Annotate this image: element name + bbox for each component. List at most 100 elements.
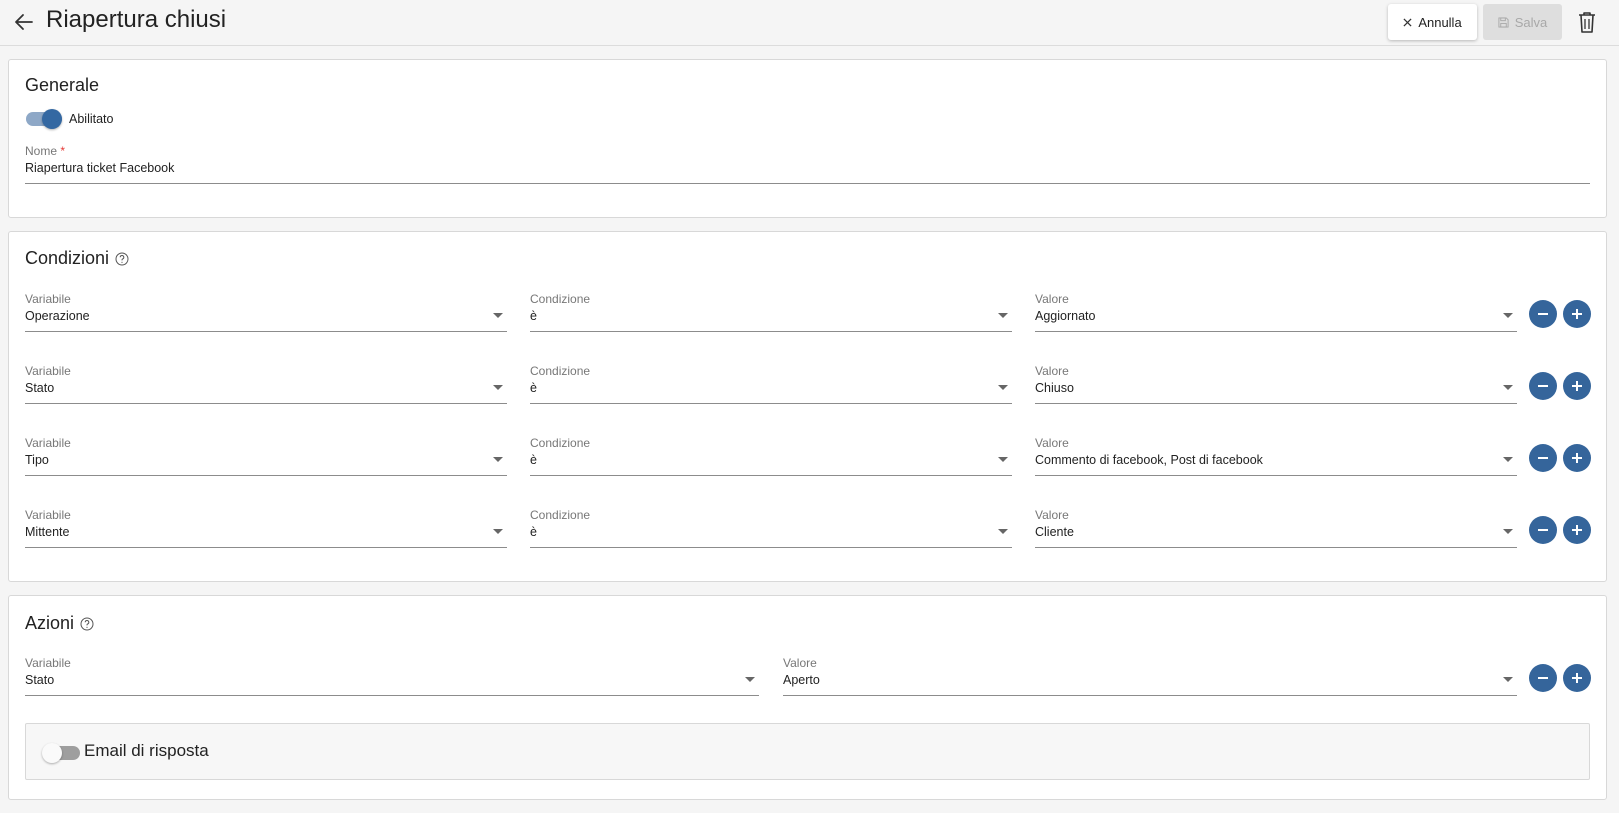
condition-variable-select[interactable]: Variabile Operazione: [25, 292, 507, 332]
add-condition-button[interactable]: [1563, 300, 1591, 328]
help-icon[interactable]: [80, 617, 94, 631]
back-arrow-icon[interactable]: [10, 8, 38, 36]
value-label: Valore: [1035, 292, 1069, 306]
dropdown-arrow-icon: [1503, 529, 1513, 534]
save-button[interactable]: Salva: [1483, 4, 1562, 40]
minus-icon: [1538, 529, 1548, 531]
dropdown-arrow-icon: [998, 529, 1008, 534]
trash-icon[interactable]: [1572, 7, 1602, 37]
dropdown-arrow-icon: [998, 313, 1008, 318]
value-label: Valore: [1035, 364, 1069, 378]
condition-value-select[interactable]: Valore Chiuso: [1035, 364, 1517, 404]
name-label-text: Nome: [25, 144, 58, 158]
dropdown-arrow-icon: [493, 457, 503, 462]
value-label: Valore: [1035, 436, 1069, 450]
condition-label: Condizione: [530, 292, 591, 306]
dropdown-arrow-icon: [998, 385, 1008, 390]
condition-value: è: [530, 309, 537, 323]
variable-value: Operazione: [25, 309, 90, 323]
dropdown-arrow-icon: [493, 529, 503, 534]
add-condition-button[interactable]: [1563, 444, 1591, 472]
remove-condition-button[interactable]: [1529, 444, 1557, 472]
condition-value: è: [530, 525, 537, 539]
condition-label: Condizione: [530, 436, 591, 450]
variable-value: Stato: [25, 381, 55, 395]
page-title: Riapertura chiusi: [46, 6, 227, 33]
minus-icon: [1538, 677, 1548, 679]
plus-icon: [1572, 381, 1582, 391]
variable-value: Stato: [25, 673, 55, 687]
value-label: Valore: [783, 656, 817, 670]
condition-label: Condizione: [530, 364, 591, 378]
required-mark: *: [60, 144, 66, 158]
plus-icon: [1572, 673, 1582, 683]
condition-variable-select[interactable]: Variabile Tipo: [25, 436, 507, 476]
condition-variable-select[interactable]: Variabile Mittente: [25, 508, 507, 548]
condition-operator-select[interactable]: Condizione è: [530, 292, 1012, 332]
variable-label: Variabile: [25, 292, 71, 306]
plus-icon: [1572, 453, 1582, 463]
variable-value: Mittente: [25, 525, 70, 539]
conditions-card: Condizioni Variabile Operazione Condizio…: [8, 231, 1607, 582]
email-reply-label: Email di risposta: [84, 741, 209, 760]
add-condition-button[interactable]: [1563, 372, 1591, 400]
remove-condition-button[interactable]: [1529, 372, 1557, 400]
action-value-select[interactable]: Valore Aperto: [783, 656, 1517, 696]
actions-title-text: Azioni: [25, 613, 75, 633]
conditions-title-text: Condizioni: [25, 248, 110, 268]
remove-action-button[interactable]: [1529, 664, 1557, 692]
dropdown-arrow-icon: [745, 677, 755, 682]
dropdown-arrow-icon: [998, 457, 1008, 462]
enabled-toggle[interactable]: [26, 109, 62, 129]
general-title: Generale: [25, 75, 99, 96]
condition-value-select[interactable]: Valore Cliente: [1035, 508, 1517, 548]
value-value: Commento di facebook, Post di facebook: [1035, 453, 1263, 467]
variable-label: Variabile: [25, 508, 71, 522]
email-reply-toggle[interactable]: [42, 743, 80, 763]
plus-icon: [1572, 525, 1582, 535]
cancel-button[interactable]: Annulla: [1388, 4, 1477, 40]
help-icon[interactable]: [115, 252, 129, 266]
condition-operator-select[interactable]: Condizione è: [530, 508, 1012, 548]
email-reply-panel: Email di risposta: [25, 723, 1590, 780]
value-value: Cliente: [1035, 525, 1074, 539]
variable-label: Variabile: [25, 436, 71, 450]
condition-variable-select[interactable]: Variabile Stato: [25, 364, 507, 404]
general-title-text: Generale: [25, 75, 100, 95]
dropdown-arrow-icon: [1503, 677, 1513, 682]
dropdown-arrow-icon: [493, 313, 503, 318]
remove-condition-button[interactable]: [1529, 300, 1557, 328]
page-header: Riapertura chiusi Annulla Salva: [0, 0, 1619, 46]
action-variable-select[interactable]: Variabile Stato: [25, 656, 759, 696]
toggle-knob: [42, 743, 62, 763]
condition-operator-select[interactable]: Condizione è: [530, 364, 1012, 404]
general-card: Generale Abilitato Nome * Riapertura tic…: [8, 59, 1607, 218]
condition-operator-select[interactable]: Condizione è: [530, 436, 1012, 476]
minus-icon: [1538, 457, 1548, 459]
plus-icon: [1572, 309, 1582, 319]
dropdown-arrow-icon: [493, 385, 503, 390]
conditions-title: Condizioni: [25, 248, 129, 269]
add-action-button[interactable]: [1563, 664, 1591, 692]
save-button-label: Salva: [1514, 14, 1548, 30]
close-icon: [1403, 17, 1412, 27]
name-field[interactable]: Nome * Riapertura ticket Facebook: [25, 144, 1590, 184]
condition-value-select[interactable]: Valore Commento di facebook, Post di fac…: [1035, 436, 1517, 476]
toggle-knob: [42, 109, 62, 129]
minus-icon: [1538, 385, 1548, 387]
dropdown-arrow-icon: [1503, 385, 1513, 390]
condition-value-select[interactable]: Valore Aggiornato: [1035, 292, 1517, 332]
value-value: Aperto: [783, 673, 820, 687]
variable-label: Variabile: [25, 364, 71, 378]
add-condition-button[interactable]: [1563, 516, 1591, 544]
minus-icon: [1538, 313, 1548, 315]
condition-value: è: [530, 381, 537, 395]
cancel-button-label: Annulla: [1418, 14, 1462, 30]
enabled-label: Abilitato: [69, 112, 114, 126]
value-value: Aggiornato: [1035, 309, 1096, 323]
variable-value: Tipo: [25, 453, 49, 467]
remove-condition-button[interactable]: [1529, 516, 1557, 544]
dropdown-arrow-icon: [1503, 457, 1513, 462]
floppy-disk-icon: [1498, 16, 1509, 28]
actions-card: Azioni Variabile Stato Valore Aperto Ema…: [8, 595, 1607, 800]
